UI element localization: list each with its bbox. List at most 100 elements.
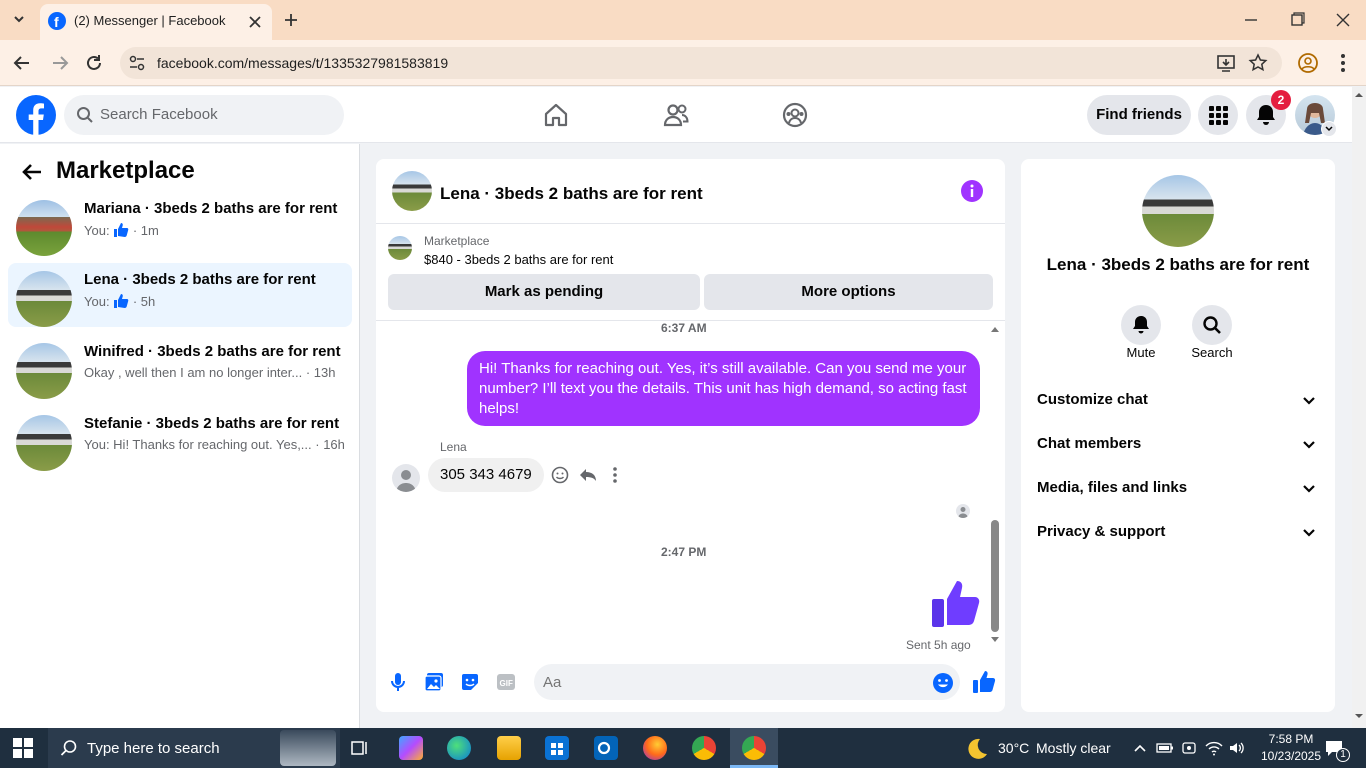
incoming-message-bubble[interactable]: 305 343 4679	[428, 458, 544, 492]
bell-icon	[1133, 316, 1149, 334]
contact-avatar[interactable]	[1142, 175, 1214, 247]
timestamp: 6:37 AM	[661, 321, 707, 335]
battery-icon[interactable]	[1156, 740, 1174, 756]
conversation-avatar	[16, 271, 72, 327]
section-label: Customize chat	[1037, 391, 1148, 408]
search-icon	[60, 739, 78, 757]
chevron-down-icon	[1299, 426, 1319, 462]
conversation-item-stefanie[interactable]: Stefanie · 3beds 2 baths are for rent Yo…	[8, 407, 352, 471]
weather-moon-icon[interactable]	[964, 736, 990, 762]
browser-menu-icon[interactable]	[1336, 52, 1350, 74]
media-files-links-section[interactable]: Media, files and links	[1037, 470, 1319, 506]
profile-icon[interactable]	[1297, 52, 1319, 74]
friends-icon[interactable]	[662, 101, 690, 129]
chat-title[interactable]: Lena · 3beds 2 baths are for rent	[440, 184, 703, 204]
search-in-chat-button[interactable]	[1192, 305, 1232, 345]
task-view-icon[interactable]	[350, 738, 370, 758]
listing-title[interactable]: $840 - 3beds 2 baths are for rent	[424, 252, 613, 267]
thread-scrollbar[interactable]	[990, 323, 1000, 643]
search-label: Search	[1191, 345, 1233, 360]
conversation-item-mariana[interactable]: Mariana · 3beds 2 baths are for rent You…	[8, 192, 352, 256]
active-chrome-taskbar-item[interactable]	[730, 728, 778, 768]
chat-panel: Lena · 3beds 2 baths are for rent Market…	[376, 159, 1005, 712]
facebook-search-box[interactable]: Search Facebook	[64, 95, 344, 135]
gif-icon[interactable]: GIF	[496, 672, 516, 692]
minimize-window-icon[interactable]	[1242, 11, 1260, 29]
bookmark-star-icon[interactable]	[1248, 53, 1268, 73]
clock-date[interactable]: 10/23/2025	[1256, 749, 1326, 763]
svg-text:f: f	[54, 14, 59, 30]
copilot-app-icon[interactable]	[399, 736, 423, 760]
conversation-title: Lena · 3beds 2 baths are for rent	[84, 271, 316, 288]
clock-time[interactable]: 7:58 PM	[1262, 732, 1320, 746]
sent-status: Sent 5h ago	[906, 638, 971, 652]
edge-browser-icon[interactable]	[447, 736, 471, 760]
emoji-icon[interactable]	[932, 672, 954, 694]
search-placeholder: Search Facebook	[100, 106, 218, 123]
send-like-icon[interactable]	[972, 670, 996, 694]
contact-name: Lena · 3beds 2 baths are for rent	[1046, 255, 1310, 274]
chevron-up-icon[interactable]	[1132, 740, 1148, 756]
search-icon	[76, 106, 94, 124]
microphone-icon[interactable]	[388, 672, 408, 692]
facebook-logo-icon[interactable]	[16, 95, 56, 135]
address-bar[interactable]: facebook.com/messages/t/1335327981583819	[120, 47, 1282, 79]
listing-thumbnail[interactable]	[388, 236, 412, 260]
home-icon[interactable]	[542, 101, 570, 129]
sender-avatar[interactable]	[392, 464, 420, 492]
chat-avatar[interactable]	[392, 171, 432, 211]
conversation-snippet: Okay , well then I am no longer inter...…	[84, 365, 336, 380]
outgoing-message-bubble[interactable]: Hi! Thanks for reaching out. Yes, it’s s…	[467, 351, 980, 426]
page-scrollbar[interactable]	[1352, 87, 1366, 728]
sticker-icon[interactable]	[460, 672, 480, 692]
back-arrow-icon[interactable]	[20, 160, 44, 184]
facebook-top-bar: Search Facebook Find friends 2	[0, 87, 1352, 143]
close-window-icon[interactable]	[1334, 11, 1352, 29]
active-tab[interactable]: f (2) Messenger | Facebook	[40, 4, 272, 40]
privacy-support-section[interactable]: Privacy & support	[1037, 514, 1319, 550]
browser-tab-strip: f (2) Messenger | Facebook	[0, 0, 1366, 40]
groups-icon[interactable]	[781, 101, 809, 129]
weather-description[interactable]: Mostly clear	[1036, 740, 1111, 756]
file-explorer-icon[interactable]	[497, 736, 521, 760]
tab-title: (2) Messenger | Facebook	[74, 13, 226, 28]
react-smiley-icon[interactable]	[551, 466, 569, 484]
conversation-item-lena[interactable]: Lena · 3beds 2 baths are for rent You: ·…	[8, 263, 352, 327]
customize-chat-section[interactable]: Customize chat	[1037, 382, 1319, 418]
new-tab-plus-icon[interactable]	[282, 11, 300, 29]
outlook-icon[interactable]	[594, 736, 618, 760]
photo-gallery-icon[interactable]	[424, 672, 444, 692]
find-friends-button[interactable]: Find friends	[1087, 95, 1191, 135]
windows-start-icon[interactable]	[13, 738, 33, 758]
wifi-icon[interactable]	[1205, 740, 1223, 756]
restore-window-icon[interactable]	[1288, 11, 1306, 29]
site-info-icon[interactable]	[128, 54, 146, 72]
reply-icon[interactable]	[579, 466, 597, 484]
reload-icon[interactable]	[84, 53, 104, 73]
mark-as-pending-button[interactable]: Mark as pending	[388, 274, 700, 310]
message-input[interactable]	[534, 664, 960, 700]
conversation-item-winifred[interactable]: Winifred · 3beds 2 baths are for rent Ok…	[8, 335, 352, 399]
microsoft-store-icon[interactable]	[545, 736, 569, 760]
browser-toolbar: facebook.com/messages/t/1335327981583819	[0, 40, 1366, 86]
firefox-icon[interactable]	[643, 736, 667, 760]
chrome-profile-icon[interactable]	[692, 736, 716, 760]
more-options-button[interactable]: More options	[704, 274, 993, 310]
info-icon[interactable]	[961, 180, 983, 202]
conversation-title: Stefanie · 3beds 2 baths are for rent	[84, 415, 340, 432]
weather-temperature[interactable]: 30°C	[998, 740, 1029, 756]
back-arrow-icon[interactable]	[12, 53, 32, 73]
volume-icon[interactable]	[1228, 740, 1246, 756]
mute-label: Mute	[1126, 345, 1156, 360]
chat-members-section[interactable]: Chat members	[1037, 426, 1319, 462]
tab-close-icon[interactable]	[246, 13, 264, 31]
facebook-favicon-icon: f	[48, 12, 66, 30]
mute-button[interactable]	[1121, 305, 1161, 345]
install-app-icon[interactable]	[1216, 53, 1236, 73]
more-actions-icon[interactable]	[612, 466, 618, 484]
taskbar-search-box[interactable]: Type here to search	[48, 728, 340, 768]
account-chevron-icon[interactable]	[1321, 121, 1337, 137]
tab-search-chevron-icon[interactable]	[10, 10, 28, 28]
menu-grid-button[interactable]	[1198, 95, 1238, 135]
meet-now-icon[interactable]	[1181, 740, 1197, 756]
